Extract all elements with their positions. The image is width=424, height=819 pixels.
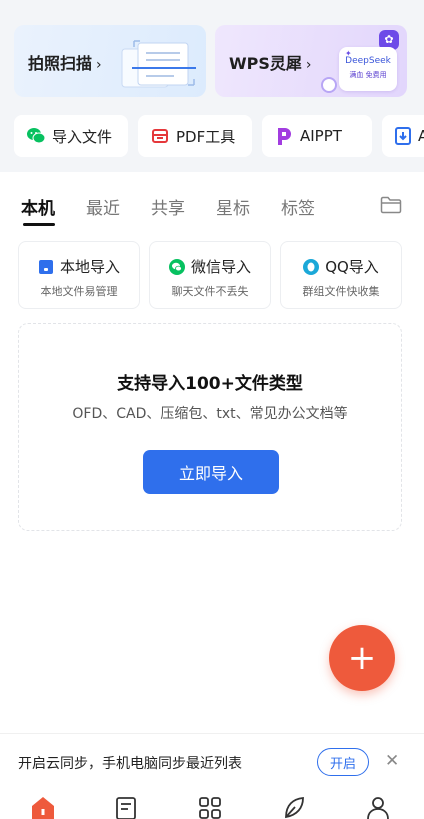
wechat-icon — [168, 258, 185, 275]
deepseek-label: DeepSeek — [345, 56, 391, 66]
deepseek-badge: ✦ DeepSeek 满血 免费用 — [339, 47, 397, 91]
leaf-icon[interactable] — [281, 795, 307, 819]
drop-zone-subtitle: OFD、CAD、压缩包、txt、常见办公文档等 — [72, 406, 348, 422]
aippt-chip[interactable]: AIPPT — [262, 115, 372, 157]
quick-actions-row: 导入文件 PDF工具 AIPPT AI — [14, 115, 424, 157]
tab-recent[interactable]: 最近 — [86, 194, 120, 219]
home-icon[interactable] — [30, 795, 56, 819]
qq-import-card[interactable]: QQ导入 群组文件快收集 — [280, 241, 402, 309]
folder-icon[interactable] — [380, 196, 402, 214]
local-import-card[interactable]: 本地导入 本地文件易管理 — [18, 241, 140, 309]
deepseek-sub-label: 满血 免费用 — [349, 71, 387, 79]
scan-promo-card[interactable]: 拍照扫描 › — [14, 25, 206, 97]
profile-icon[interactable] — [365, 795, 391, 819]
tab-local[interactable]: 本机 — [21, 194, 55, 219]
aippt-label: AIPPT — [300, 127, 342, 145]
apps-icon[interactable] — [197, 795, 223, 819]
wps-ai-promo-card[interactable]: WPS灵犀 › ✿ ✦ DeepSeek 满血 免费用 — [215, 25, 407, 97]
local-import-label: 本地导入 — [59, 258, 120, 276]
wechat-import-title: 微信导入 — [150, 256, 270, 277]
ai-promo-title: WPS灵犀 › — [229, 50, 312, 74]
local-import-title: 本地导入 — [19, 256, 139, 277]
enable-sync-button[interactable]: 开启 — [317, 748, 369, 776]
top-section: 拍照扫描 › WPS灵犀 › ✿ ✦ DeepSeek 满血 免费用 导入文件 … — [0, 0, 424, 172]
scan-promo-label: 拍照扫描 — [28, 54, 93, 73]
import-file-chip[interactable]: 导入文件 — [14, 115, 128, 157]
import-drop-zone: 支持导入100+文件类型 OFD、CAD、压缩包、txt、常见办公文档等 立即导… — [18, 323, 402, 531]
ai-doc-icon — [394, 126, 412, 146]
document-scan-icon — [121, 40, 196, 88]
tab-starred[interactable]: 星标 — [216, 194, 250, 219]
wechat-import-subtitle: 聊天文件不丢失 — [171, 285, 249, 298]
pdf-tools-label: PDF工具 — [176, 127, 236, 146]
import-file-label: 导入文件 — [52, 127, 113, 146]
chevron-right-icon: › — [305, 57, 312, 73]
import-now-button[interactable]: 立即导入 — [143, 450, 279, 494]
local-import-subtitle: 本地文件易管理 — [40, 285, 118, 298]
aippt-icon — [274, 126, 294, 146]
ai-doc-chip[interactable]: AI — [382, 115, 424, 157]
qq-import-subtitle: 群组文件快收集 — [302, 285, 380, 298]
cloud-sync-text: 开启云同步，手机电脑同步最近列表 — [18, 756, 242, 772]
wechat-import-card[interactable]: 微信导入 聊天文件不丢失 — [149, 241, 271, 309]
active-tab-indicator — [23, 223, 55, 226]
tab-shared[interactable]: 共享 — [151, 194, 185, 219]
ai-promo-label: WPS灵犀 — [229, 54, 302, 73]
wechat-import-label: 微信导入 — [190, 258, 251, 276]
file-tabs: 本机 最近 共享 星标 标签 — [0, 188, 424, 228]
qq-icon — [303, 258, 320, 275]
new-document-fab[interactable]: + — [329, 625, 395, 691]
pdf-icon — [150, 126, 170, 146]
wechat-icon — [26, 126, 46, 146]
drop-zone-title: 支持导入100+文件类型 — [117, 374, 303, 394]
phone-icon — [38, 259, 54, 275]
ai-bubble-icon — [321, 77, 337, 93]
document-icon[interactable] — [113, 795, 139, 819]
chevron-right-icon: › — [96, 57, 102, 73]
ai-doc-label: AI — [418, 127, 424, 145]
tab-tags[interactable]: 标签 — [281, 194, 315, 219]
close-icon[interactable]: ✕ — [385, 751, 399, 771]
cloud-sync-banner: 开启云同步，手机电脑同步最近列表 开启 ✕ — [0, 733, 424, 789]
pdf-tools-chip[interactable]: PDF工具 — [138, 115, 252, 157]
qq-import-title: QQ导入 — [281, 256, 401, 277]
qq-import-label: QQ导入 — [325, 258, 379, 276]
scan-promo-title: 拍照扫描 › — [28, 50, 102, 74]
bottom-nav — [0, 789, 424, 819]
